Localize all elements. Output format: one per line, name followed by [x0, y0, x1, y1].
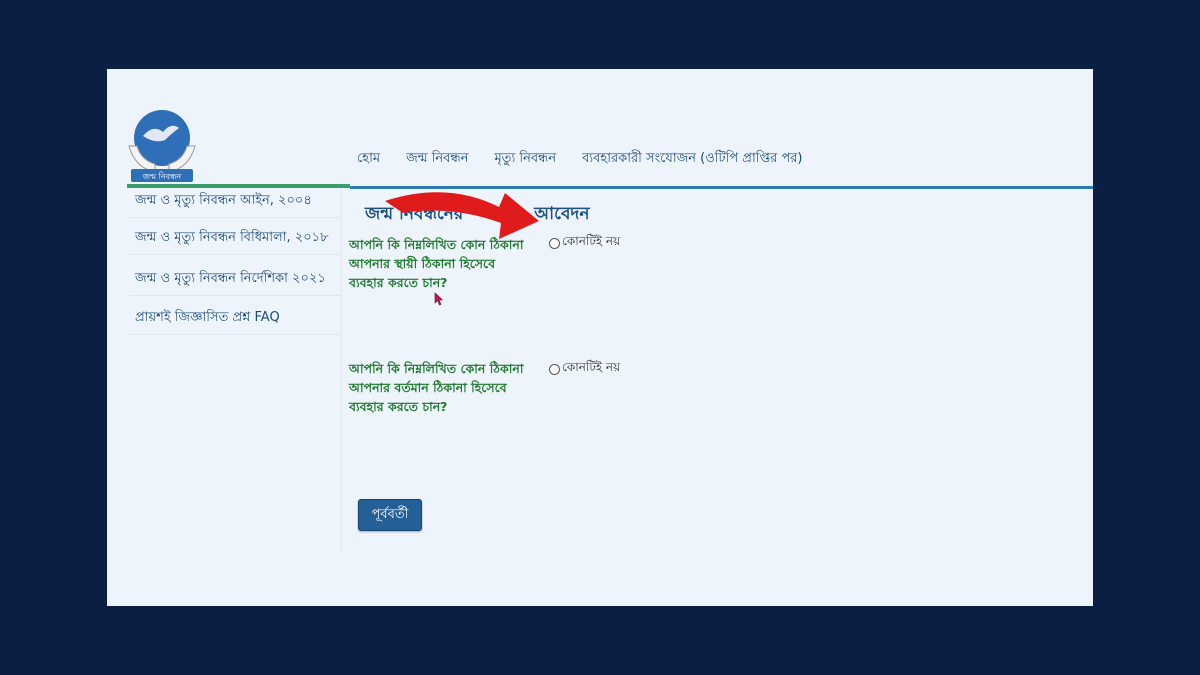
nav-divider	[350, 186, 1093, 189]
sidebar: জন্ম ও মৃত্যু নিবন্ধন আইন, ২০০৪ জন্ম ও ম…	[129, 188, 342, 335]
sidebar-item-rules-2018[interactable]: জন্ম ও মৃত্যু নিবন্ধন বিধিমালা, ২০১৮	[129, 218, 342, 255]
permanent-none-radio[interactable]	[549, 237, 560, 249]
sidebar-item-faq[interactable]: প্রায়শই জিজ্ঞাসিত প্রশ্ন FAQ	[129, 296, 342, 335]
site-logo[interactable]: জন্ম নিবন্ধন	[125, 106, 199, 184]
mouse-cursor-icon	[434, 292, 444, 306]
option-present-none[interactable]: কোনটিই নয়	[549, 359, 620, 379]
top-nav: হোম জন্ম নিবন্ধন মৃত্যু নিবন্ধন ব্যবহারক…	[357, 149, 803, 169]
nav-user-addition[interactable]: ব্যবহারকারী সংযোজন (ওটিপি প্রাপ্তির পর)	[582, 149, 802, 169]
sidebar-item-guideline-2021[interactable]: জন্ম ও মৃত্যু নিবন্ধন নির্দেশিকা ২০২১	[129, 255, 342, 296]
option-permanent-none[interactable]: কোনটিই নয়	[549, 233, 620, 253]
present-none-radio[interactable]	[549, 363, 560, 375]
logo-emblem-icon: জন্ম নিবন্ধন	[128, 110, 196, 182]
nav-death-registration[interactable]: মৃত্যু নিবন্ধন	[494, 149, 556, 169]
browser-screen: জন্ম নিবন্ধন হোম জন্ম নিবন্ধন মৃত্যু নিব…	[107, 69, 1093, 606]
present-none-label: কোনটিই নয়	[562, 360, 621, 374]
previous-button[interactable]: পূর্ববর্তী	[358, 499, 422, 531]
question-permanent-address: আপনি কি নিম্নলিখিত কোন ঠিকানা আপনার স্থা…	[349, 237, 524, 290]
permanent-none-label: কোনটিই নয়	[562, 234, 621, 248]
nav-home[interactable]: হোম	[357, 149, 380, 169]
sidebar-divider	[341, 188, 342, 553]
nav-birth-registration[interactable]: জন্ম নিবন্ধন	[406, 149, 468, 169]
question-present-address: আপনি কি নিম্নলিখিত কোন ঠিকানা আপনার বর্ত…	[349, 361, 524, 414]
page-title: জন্ম নিবন্ধনের আবেদন	[365, 204, 590, 224]
sidebar-item-act-2004[interactable]: জন্ম ও মৃত্যু নিবন্ধন আইন, ২০০৪	[129, 188, 342, 218]
logo-caption: জন্ম নিবন্ধন	[142, 172, 182, 181]
